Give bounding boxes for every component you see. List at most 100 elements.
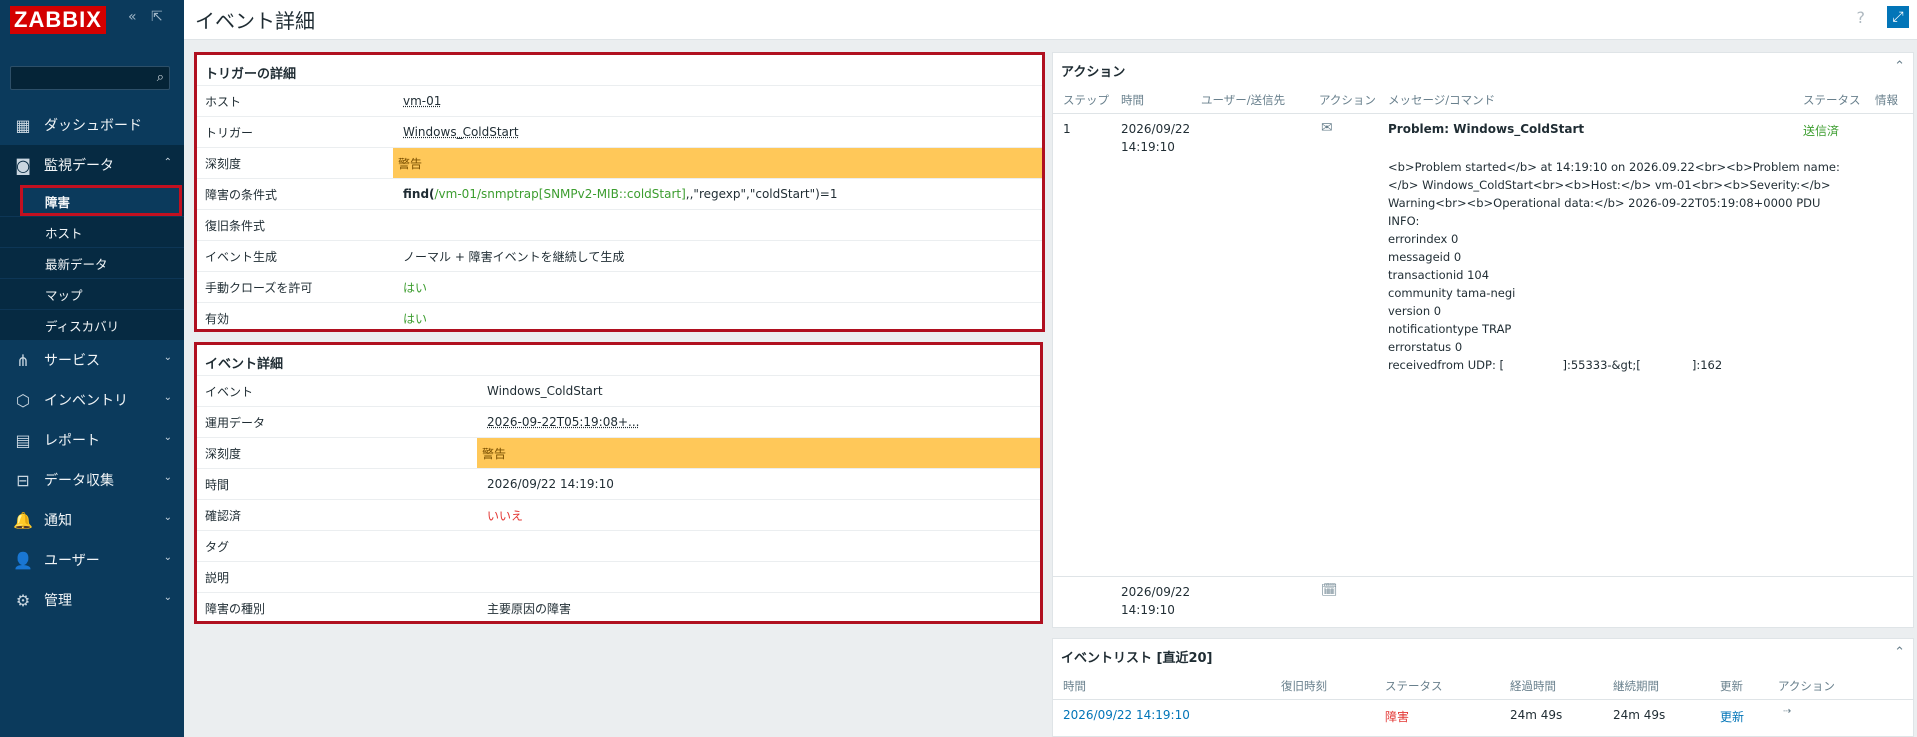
action-row-created: 2026/09/22 14:19:10 🗓 (1053, 577, 1913, 625)
message-line: transactionid 104 (1388, 268, 1490, 282)
row-key: 有効 (205, 311, 230, 326)
help-icon[interactable]: ? (1857, 8, 1866, 27)
page-title: イベント詳細 (195, 9, 315, 33)
message-line: notificationtype TRAP (1388, 322, 1512, 336)
trigger-link[interactable]: Windows_ColdStart (398, 117, 1042, 147)
acknowledged-link[interactable]: いいえ (482, 500, 1040, 530)
event-row-opdata: 運用データ 2026-09-22T05:19:08+... (197, 406, 1040, 437)
submenu-latest-data[interactable]: 最新データ (0, 247, 184, 278)
expression-item-link[interactable]: /vm-01/snmptrap[SNMPv2-MIB::coldStart] (435, 187, 686, 201)
submenu-discovery[interactable]: ディスカバリ (0, 309, 184, 340)
message-line: errorindex 0 (1388, 232, 1459, 246)
row-key: 手動クローズを許可 (205, 280, 313, 295)
event-list-row: 2026/09/22 14:19:10 障害 24m 49s 24m 49s 更… (1053, 700, 1913, 731)
row-value: はい (403, 280, 428, 295)
message-line: errorstatus 0 (1388, 340, 1463, 354)
sidebar: ZABBIX « ⇱ ⌕ ▦ ダッシュボード ◙ 監視データ ⌃ 障害 ホスト … (0, 0, 184, 737)
menu-label: データ収集 (44, 473, 114, 489)
menu-inventory[interactable]: ⬡ インベントリ ⌄ (0, 380, 184, 420)
menu-reports[interactable]: ▤ レポート ⌄ (0, 420, 184, 460)
message-line: <b>Problem started</b> at 14:19:10 on 20… (1388, 160, 1840, 174)
menu-monitoring[interactable]: ◙ 監視データ ⌃ (0, 145, 184, 185)
row-value (482, 562, 1040, 592)
trigger-details-panel: トリガーの詳細 ホスト vm-01 トリガー Windows_ColdStart 深… (194, 52, 1045, 332)
collapse-sidebar-icon[interactable]: « (128, 9, 137, 25)
submenu-maps[interactable]: マップ (0, 278, 184, 309)
row-key: 障害の種別 (205, 601, 266, 616)
menu-data-collection[interactable]: ⊟ データ収集 ⌄ (0, 460, 184, 500)
trigger-row-severity: 深刻度 警告 (197, 147, 1042, 178)
alerts-icon: 🔔 (13, 510, 33, 530)
update-link[interactable]: 更新 (1720, 708, 1744, 725)
monitoring-icon: ◙ (15, 155, 31, 175)
event-row-event: イベント Windows_ColdStart (197, 375, 1040, 406)
menu-users[interactable]: 👤 ユーザー ⌄ (0, 540, 184, 580)
row-value (398, 210, 1042, 240)
host-link[interactable]: vm-01 (398, 86, 1042, 116)
search-icon[interactable]: ⌕ (157, 70, 164, 85)
status-problem: 障害 (1385, 710, 1410, 724)
menu-label: サービス (44, 353, 100, 369)
col-age: 経過時間 (1510, 679, 1556, 693)
severity-value: 警告 (477, 438, 1040, 468)
actions-panel: アクション ⌃ ステップ 時間 ユーザー/送信先 アクション メッセージ/コマン… (1052, 52, 1914, 628)
row-key: 深刻度 (205, 156, 242, 171)
col-duration: 継続期間 (1613, 679, 1659, 693)
menu-label: インベントリ (44, 393, 128, 409)
actions-arrow-icon[interactable]: ⇢ (1783, 706, 1791, 717)
chevron-down-icon: ⌄ (163, 552, 172, 563)
col-time: 時間 (1121, 93, 1144, 107)
menu-alerts[interactable]: 🔔 通知 ⌄ (0, 500, 184, 540)
age-value: 24m 49s (1510, 708, 1563, 722)
zabbix-logo[interactable]: ZABBIX (10, 6, 106, 34)
submenu-problems[interactable]: 障害 (20, 185, 182, 216)
row-value (482, 531, 1040, 561)
message-line: </b> Windows_ColdStart<br><b>Host:</b> v… (1388, 178, 1831, 192)
trigger-row-host: ホスト vm-01 (197, 85, 1042, 116)
trigger-row-trigger: トリガー Windows_ColdStart (197, 116, 1042, 147)
menu-administration[interactable]: ⚙ 管理 ⌄ (0, 580, 184, 620)
col-update: 更新 (1720, 679, 1743, 693)
trigger-row-expression: 障害の条件式 find(/vm-01/snmptrap[SNMPv2-MIB::… (197, 178, 1042, 209)
chevron-up-icon: ⌃ (163, 157, 172, 168)
menu-label: ダッシュボード (44, 118, 142, 134)
reports-icon: ▤ (15, 430, 31, 450)
row-value: Windows_ColdStart (487, 384, 603, 398)
message-subject: Problem: Windows_ColdStart (1388, 122, 1585, 136)
action-time: 14:19:10 (1121, 140, 1175, 154)
trigger-row-recovery: 復旧条件式 (197, 209, 1042, 240)
submenu-hosts[interactable]: ホスト (0, 216, 184, 247)
col-user: ユーザー/送信先 (1201, 93, 1286, 107)
event-list-panel: イベントリスト [直近20] ⌃ 時間 復旧時刻 ステータス 経過時間 継続期間… (1052, 638, 1914, 737)
event-time-link[interactable]: 2026/09/22 14:19:10 (1063, 708, 1190, 722)
monitoring-submenu: 障害 ホスト 最新データ マップ ディスカバリ (0, 185, 184, 340)
actions-header-row: ステップ 時間 ユーザー/送信先 アクション メッセージ/コマンド ステータス … (1053, 83, 1913, 114)
collapse-icon[interactable]: ⌃ (1894, 59, 1905, 74)
event-row-acknowledged: 確認済 いいえ (197, 499, 1040, 530)
opdata-link[interactable]: 2026-09-22T05:19:08+... (482, 407, 1040, 437)
message-line: messageid 0 (1388, 250, 1462, 264)
expression-args: ,,"regexp","coldStart")=1 (685, 187, 838, 201)
row-key: イベント生成 (205, 249, 278, 264)
row-key: タグ (205, 539, 230, 554)
chevron-down-icon: ⌄ (163, 472, 172, 483)
menu-services[interactable]: ⋔ サービス ⌄ (0, 340, 184, 380)
message-line: version 0 (1388, 304, 1442, 318)
event-row-severity: 深刻度 警告 (197, 437, 1040, 468)
undock-sidebar-icon[interactable]: ⇱ (151, 9, 163, 25)
menu-label: 通知 (44, 513, 72, 529)
chevron-down-icon: ⌄ (163, 592, 172, 603)
search-input[interactable]: ⌕ (10, 66, 170, 90)
message-body: <b>Problem started</b> at 14:19:10 on 20… (1388, 158, 1840, 374)
menu-dashboard[interactable]: ▦ ダッシュボード (0, 105, 184, 145)
message-line: receivedfrom UDP: [ ]:55333-&gt;[ ]:162 (1388, 358, 1723, 372)
panel-title: イベント詳細 (205, 357, 284, 372)
collapse-icon[interactable]: ⌃ (1894, 645, 1905, 660)
row-value: 主要原因の障害 (487, 601, 572, 616)
expression-value: find(/vm-01/snmptrap[SNMPv2-MIB::coldSta… (398, 179, 1042, 209)
administration-icon: ⚙ (15, 590, 31, 610)
event-details-panel: イベント詳細 イベント Windows_ColdStart 運用データ 2026-0… (194, 342, 1043, 624)
fullscreen-icon[interactable]: ⤢ (1887, 6, 1909, 28)
row-key: 運用データ (205, 415, 266, 430)
col-action: アクション (1319, 93, 1376, 107)
